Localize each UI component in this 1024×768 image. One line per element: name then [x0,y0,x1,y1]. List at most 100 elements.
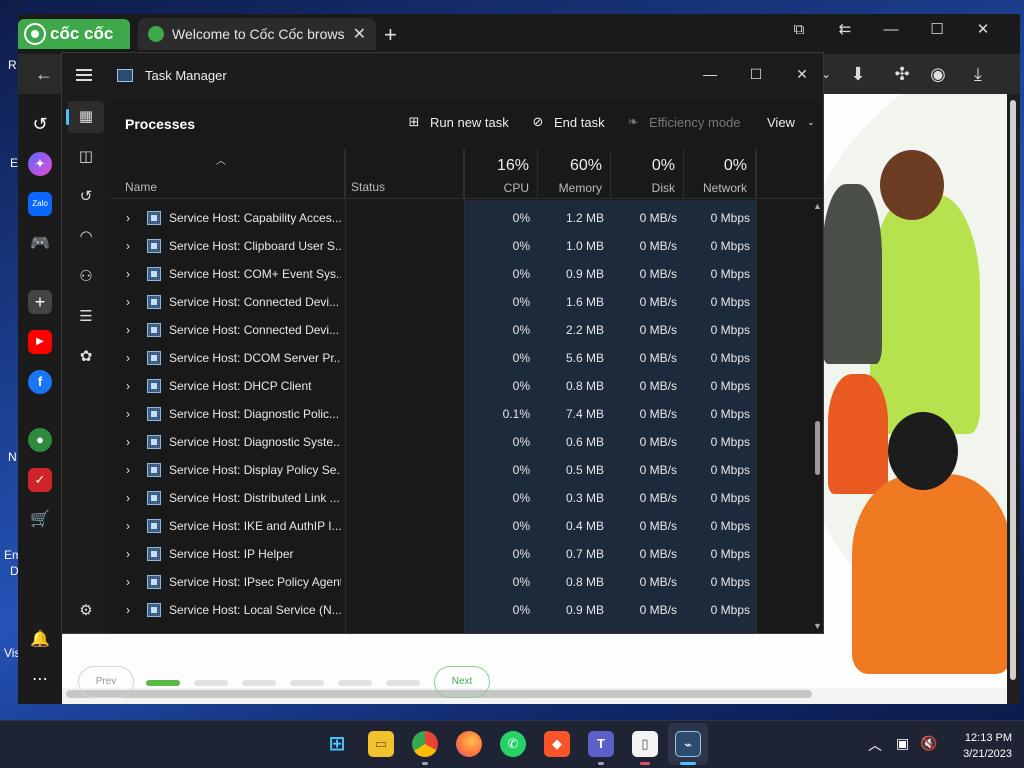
table-row[interactable]: › Service Host: IKE and AuthIP I... 0% 0.4 … [110,512,810,540]
efficiency-mode-button[interactable]: ❧ Efficiency mode [625,114,741,130]
nav-app-history-icon[interactable]: ↺ [68,181,104,213]
more-icon[interactable]: ⋯ [28,668,52,692]
task-manager-taskbar-icon[interactable]: ⌁ [675,731,701,757]
show-hidden-icons-chevron-icon[interactable]: ︿ [868,735,882,755]
nav-startup-apps-icon[interactable]: ◠ [68,221,104,253]
run-new-task-button[interactable]: ⊞ Run new task [406,114,509,130]
expand-chevron-icon[interactable]: › [126,512,138,540]
coccoc-menu-button[interactable]: cốc cốc [18,19,130,49]
expand-chevron-icon[interactable]: › [126,232,138,260]
prev-button[interactable]: Prev [78,666,134,698]
table-row[interactable]: › Service Host: Diagnostic Syste... 0% 0.6 … [110,428,810,456]
add-icon[interactable]: + [28,290,52,314]
expand-chevron-icon[interactable]: › [126,540,138,568]
nav-services-icon[interactable]: ✿ [68,341,104,373]
view-dropdown[interactable]: View ⌄ [767,114,819,130]
pager-dot[interactable] [290,680,324,686]
name-column-header[interactable]: ︿ Name [110,149,345,199]
new-tab-button[interactable]: + [384,22,397,48]
shopping-cart-icon[interactable]: 🛒 [28,508,52,532]
chrome-icon[interactable] [412,731,438,757]
expand-chevron-icon[interactable]: › [126,484,138,512]
expand-chevron-icon[interactable]: › [126,456,138,484]
pager-dot[interactable] [194,680,228,686]
process-list-scrollbar[interactable]: ▲ ▼ [812,199,823,633]
history-icon[interactable]: ↺ [28,112,52,136]
table-row[interactable]: › Service Host: Local Service (N... 0% 0.9 … [110,596,810,624]
pager-dot[interactable] [338,680,372,686]
memory-column-header[interactable]: 60% Memory [538,149,611,199]
hamburger-menu-icon[interactable] [76,69,92,81]
minimize-button[interactable]: — [876,18,906,42]
cpu-column-header[interactable]: 16% CPU [464,149,538,199]
nav-processes-icon[interactable]: ▦ [66,101,104,133]
scroll-down-arrow-icon[interactable]: ▼ [813,621,822,631]
youtube-icon[interactable]: ▶ [28,330,52,354]
facebook-icon[interactable]: f [28,370,52,394]
settings-gear-icon[interactable]: ⚙ [68,595,104,627]
document-icon[interactable]: ▯ [632,731,658,757]
table-row[interactable]: › Service Host: Connected Devi... 0% 1.6 MB… [110,288,810,316]
expand-chevron-icon[interactable]: › [126,428,138,456]
table-row[interactable]: › Service Host: Diagnostic Polic... 0.1% 7.… [110,400,810,428]
table-row[interactable]: › Service Host: IP Helper 0% 0.7 MB 0 MB/s 0 … [110,540,810,568]
minimize-button[interactable]: — [690,59,730,89]
table-row[interactable]: › Service Host: DCOM Server Pr... 0% 5.6 MB… [110,344,810,372]
expand-chevron-icon[interactable]: › [126,400,138,428]
close-button[interactable]: ✕ [782,59,822,89]
pager-dot[interactable] [386,680,420,686]
file-explorer-icon[interactable]: ▭ [368,731,394,757]
table-row[interactable]: › Service Host: Connected Devi... 0% 2.2 MB… [110,316,810,344]
back-arrow-icon[interactable]: ⇇ [830,18,860,42]
teams-icon[interactable]: T [588,731,614,757]
zalo-icon[interactable]: Zalo [28,192,52,216]
browser-tab[interactable]: Welcome to Cốc Cốc browse ✕ [138,18,376,50]
download-icon[interactable]: ⤓ [966,62,990,86]
firefox-icon[interactable] [456,731,482,757]
expand-chevron-icon[interactable]: › [126,596,138,624]
table-row[interactable]: › Service Host: Display Policy Se... 0% 0.5… [110,456,810,484]
table-row[interactable]: › Service Host: DHCP Client 0% 0.8 MB 0 MB/s… [110,372,810,400]
games-icon[interactable]: 🎮 [28,232,52,256]
profile-icon[interactable]: ◉ [926,62,950,86]
table-row[interactable]: › Service Host: COM+ Event Sys... 0% 0.9 MB… [110,260,810,288]
page-vertical-scrollbar[interactable] [1010,100,1016,680]
tab-close-icon[interactable]: ✕ [353,24,366,44]
windows-start-icon[interactable]: ⊞ [324,731,350,757]
expand-chevron-icon[interactable]: › [126,316,138,344]
table-row[interactable]: › Service Host: IPsec Policy Agent 0% 0.8 M… [110,568,810,596]
pager-dot[interactable] [146,680,180,686]
end-task-button[interactable]: ⊘ End task [530,114,605,130]
scroll-up-arrow-icon[interactable]: ▲ [813,201,822,211]
status-column-header[interactable]: Status [345,149,464,199]
brave-icon[interactable]: ◆ [544,731,570,757]
expand-chevron-icon[interactable]: › [126,372,138,400]
expand-chevron-icon[interactable]: › [126,344,138,372]
expand-chevron-icon[interactable]: › [126,288,138,316]
pager-dot[interactable] [242,680,276,686]
whatsapp-icon[interactable]: ✆ [500,731,526,757]
expand-chevron-icon[interactable]: › [126,260,138,288]
nav-performance-icon[interactable]: ◫ [68,141,104,173]
messenger-icon[interactable]: ✦ [28,152,52,176]
nav-details-icon[interactable]: ☰ [68,301,104,333]
notification-bell-icon[interactable]: 🔔 [28,628,52,652]
close-button[interactable]: ✕ [968,18,998,42]
scrollbar-thumb[interactable] [815,421,820,475]
table-row[interactable]: › Service Host: Distributed Link ... 0% 0.3… [110,484,810,512]
football-icon[interactable]: ● [28,428,52,452]
maximize-button[interactable]: ☐ [736,59,776,89]
back-icon[interactable]: ← [32,62,56,86]
expand-chevron-icon[interactable]: › [126,204,138,232]
expand-chevron-icon[interactable]: › [126,568,138,596]
maximize-button[interactable]: ☐ [922,18,952,42]
next-button[interactable]: Next [434,666,490,698]
table-row[interactable]: › Service Host: Capability Acces... 0% 1.2 … [110,204,810,232]
network-column-header[interactable]: 0% Network [684,149,756,199]
download-tray-icon[interactable]: ⬇ [846,62,870,86]
volume-muted-icon[interactable]: 🔇 [920,735,937,752]
news-icon[interactable]: ✓ [28,468,52,492]
disk-column-header[interactable]: 0% Disk [611,149,684,199]
nav-users-icon[interactable]: ⚇ [68,261,104,293]
extensions-icon[interactable]: ✣ [890,62,914,86]
